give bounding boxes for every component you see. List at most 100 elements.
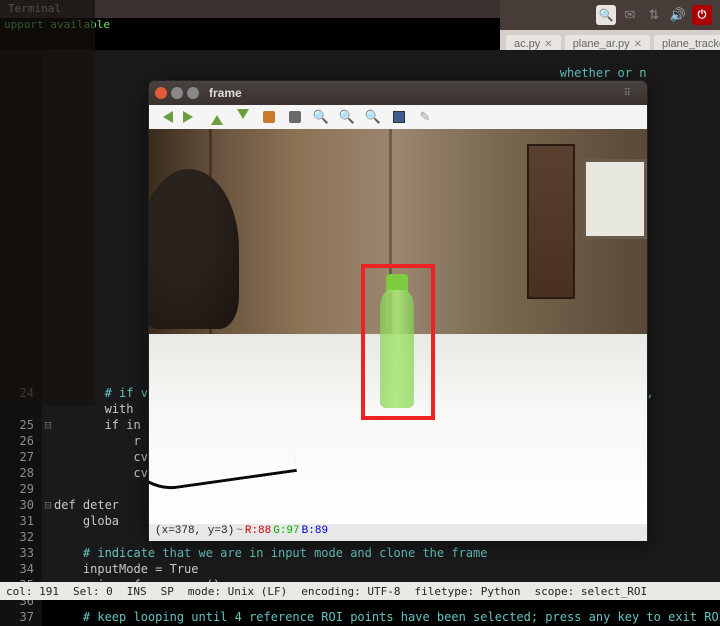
fold-icon[interactable] (42, 370, 54, 386)
line-number (0, 210, 42, 226)
zoom-fit-icon[interactable]: 🔍 (365, 109, 381, 125)
readout-b: B:89 (302, 525, 328, 540)
line-number (0, 242, 42, 258)
line-number (0, 146, 42, 162)
fold-icon[interactable] (42, 514, 54, 530)
fold-icon[interactable] (42, 434, 54, 450)
line-number: 32 (0, 530, 42, 546)
tab-label: ac.py (514, 38, 540, 50)
window-max-icon[interactable] (187, 87, 199, 99)
zoom-out-icon[interactable]: 🔍 (339, 109, 355, 125)
fold-icon[interactable] (42, 274, 54, 290)
line-number (0, 258, 42, 274)
network-icon[interactable]: ⇅ (644, 5, 664, 25)
code-text: cv (54, 450, 148, 466)
line-number (0, 98, 42, 114)
code-text: globa (54, 514, 119, 530)
line-number (0, 226, 42, 242)
save-icon[interactable] (391, 109, 407, 125)
fold-icon[interactable] (42, 322, 54, 338)
fold-icon[interactable] (42, 546, 54, 562)
code-line[interactable]: 37 # keep looping until 4 reference ROI … (0, 610, 720, 626)
frame-titlebar[interactable]: frame ⠿ (149, 81, 647, 105)
fold-icon[interactable] (42, 562, 54, 578)
fold-icon[interactable]: ⊟ (42, 498, 54, 514)
fold-icon[interactable] (42, 226, 54, 242)
window-close-icon[interactable] (155, 87, 167, 99)
line-number: 30 (0, 498, 42, 514)
window-min-icon[interactable] (171, 87, 183, 99)
readout-sep: ~ (236, 525, 243, 540)
line-number (0, 274, 42, 290)
readout-r: R:88 (245, 525, 271, 540)
line-number: 24 (0, 386, 42, 402)
fold-icon[interactable] (42, 610, 54, 626)
nav-up-icon[interactable] (209, 109, 225, 125)
fold-icon[interactable] (42, 290, 54, 306)
code-line[interactable] (0, 50, 720, 66)
fold-icon[interactable] (42, 130, 54, 146)
fold-icon[interactable] (42, 530, 54, 546)
fold-icon[interactable] (42, 114, 54, 130)
line-number (0, 66, 42, 82)
fold-icon[interactable] (42, 50, 54, 66)
fold-icon[interactable] (42, 258, 54, 274)
fold-icon[interactable] (42, 354, 54, 370)
code-text: # keep looping until 4 reference ROI poi… (54, 610, 720, 626)
fold-icon[interactable] (42, 402, 54, 418)
line-number (0, 290, 42, 306)
line-number (0, 354, 42, 370)
power-icon[interactable]: ⏻ (692, 5, 712, 25)
fold-icon[interactable] (42, 178, 54, 194)
line-number: 28 (0, 466, 42, 482)
fold-icon[interactable] (42, 98, 54, 114)
stop-icon[interactable] (287, 109, 303, 125)
fold-icon[interactable]: ⊟ (42, 418, 54, 434)
roi-rectangle (361, 264, 435, 420)
zoom-in-icon[interactable]: 🔍 (313, 109, 329, 125)
line-number (0, 130, 42, 146)
code-text: r (54, 434, 141, 450)
fold-icon[interactable] (42, 210, 54, 226)
code-line[interactable]: 34 inputMode = True (0, 562, 720, 578)
readout-g: G:97 (273, 525, 299, 540)
fold-icon[interactable] (42, 82, 54, 98)
fold-icon[interactable] (42, 466, 54, 482)
sound-icon[interactable]: 🔊 (668, 5, 688, 25)
fold-icon[interactable] (42, 482, 54, 498)
nav-down-icon[interactable] (235, 109, 251, 125)
frame-title-text: frame (209, 86, 242, 100)
fold-icon[interactable] (42, 66, 54, 82)
close-icon[interactable]: ✕ (544, 39, 552, 50)
fold-icon[interactable] (42, 450, 54, 466)
close-icon[interactable]: ✕ (634, 39, 642, 50)
clear-icon[interactable]: ✎ (417, 109, 433, 125)
line-number (0, 82, 42, 98)
code-text: # indicate that we are in input mode and… (54, 546, 487, 562)
status-sel: Sel: 0 (73, 585, 113, 598)
fold-icon[interactable] (42, 146, 54, 162)
line-number (0, 370, 42, 386)
camera-view[interactable] (149, 129, 647, 524)
frame-window[interactable]: frame ⠿ 🔍 🔍 🔍 ✎ (x=378, y=3) ~ R:88 G:97… (148, 80, 648, 540)
grip-icon: ⠿ (624, 88, 631, 99)
search-icon[interactable]: 🔍 (596, 5, 616, 25)
line-number: 27 (0, 450, 42, 466)
status-encoding: encoding: UTF-8 (301, 585, 400, 598)
fold-icon[interactable] (42, 242, 54, 258)
readout-coords: (x=378, y=3) (155, 525, 234, 540)
code-line[interactable]: 33 # indicate that we are in input mode … (0, 546, 720, 562)
fold-icon[interactable] (42, 386, 54, 402)
fold-icon[interactable] (42, 338, 54, 354)
scene-door (527, 144, 575, 299)
capture-icon[interactable] (261, 109, 277, 125)
nav-left-icon[interactable] (157, 109, 173, 125)
fold-icon[interactable] (42, 194, 54, 210)
mail-icon[interactable]: ✉ (620, 5, 640, 25)
fold-icon[interactable] (42, 162, 54, 178)
line-number (0, 338, 42, 354)
line-number: 25 (0, 418, 42, 434)
fold-icon[interactable] (42, 306, 54, 322)
tab-label: plane_tracker. (662, 38, 720, 50)
nav-right-icon[interactable] (183, 109, 199, 125)
